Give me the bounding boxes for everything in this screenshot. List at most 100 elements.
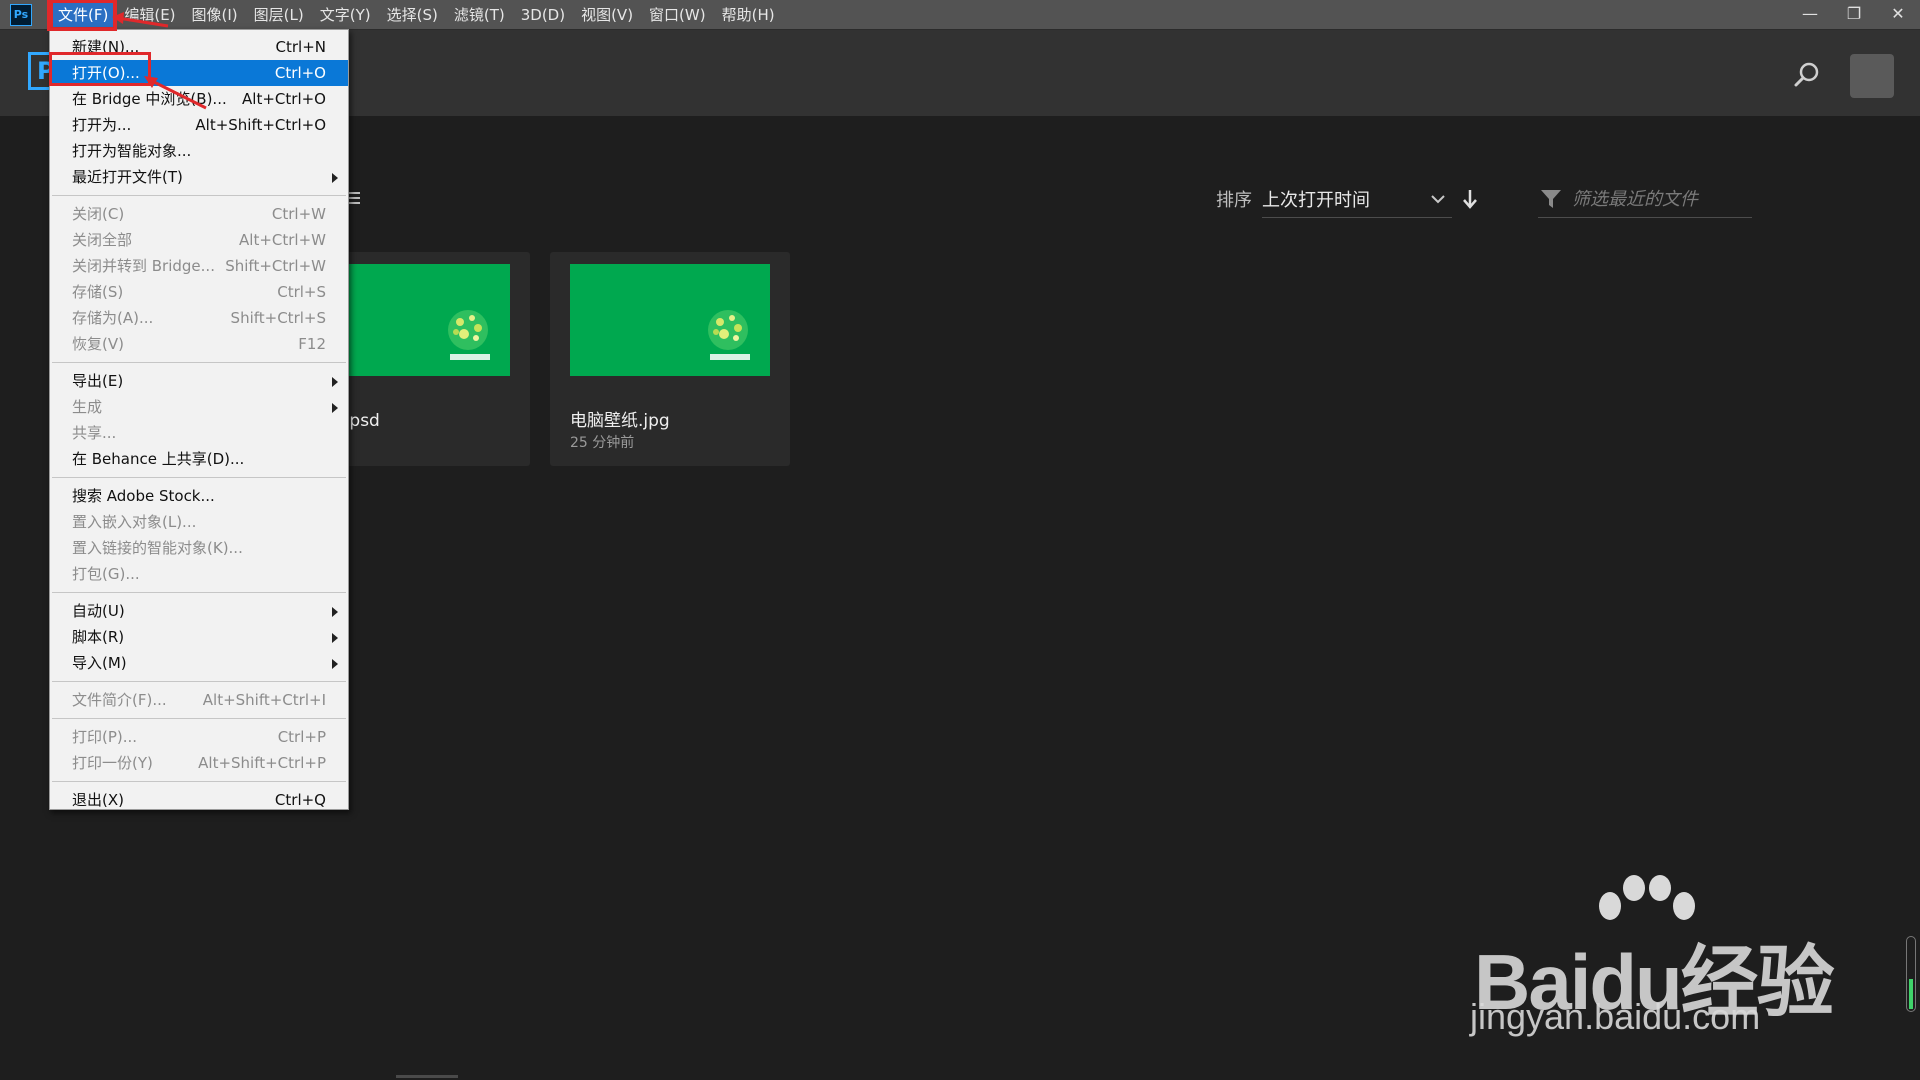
menu-3d[interactable]: 3D(D)	[513, 0, 573, 30]
annotation-highlight-open-item	[49, 52, 151, 86]
menu-item-shortcut: Ctrl+N	[275, 38, 326, 56]
submenu-arrow-icon	[332, 633, 338, 643]
user-avatar[interactable]	[1850, 54, 1894, 98]
menu-help[interactable]: 帮助(H)	[714, 0, 783, 30]
submenu-arrow-icon	[332, 659, 338, 669]
menu-separator	[52, 781, 346, 782]
file-menu-item: 关闭并转到 Bridge... Shift+Ctrl+W	[50, 253, 348, 279]
menu-image[interactable]: 图像(I)	[184, 0, 246, 30]
menu-item-shortcut: Ctrl+W	[271, 205, 326, 223]
file-menu-item[interactable]: 打开为... Alt+Shift+Ctrl+O	[50, 112, 348, 138]
menu-item-label: 新建(N)...	[72, 38, 140, 56]
menu-item-shortcut: Alt+Shift+Ctrl+I	[202, 691, 326, 709]
menu-item-label: 打包(G)...	[72, 565, 140, 583]
file-menu-item[interactable]: 自动(U)	[50, 598, 348, 624]
file-menu-item[interactable]: 导出(E)	[50, 368, 348, 394]
menu-item-shortcut: F12	[298, 335, 326, 353]
file-time: 25 分钟前	[570, 435, 635, 451]
menu-bar: Ps 文件(F) 编辑(E) 图像(I) 图层(L) 文字(Y) 选择(S) 滤…	[0, 0, 1920, 30]
menu-item-shortcut: Alt+Ctrl+O	[242, 90, 326, 108]
menu-item-label: 脚本(R)	[72, 628, 125, 646]
submenu-arrow-icon	[332, 377, 338, 387]
menu-item-label: 存储(S)	[72, 283, 124, 301]
menu-item-label: 存储为(A)...	[72, 309, 154, 327]
menu-item-label: 导入(M)	[72, 654, 127, 672]
menu-item-label: 共享...	[72, 424, 117, 442]
close-button[interactable]: ✕	[1876, 0, 1920, 30]
file-menu-item: 恢复(V) F12	[50, 331, 348, 357]
filter-input[interactable]	[1570, 184, 1750, 214]
file-menu-item: 文件简介(F)... Alt+Shift+Ctrl+I	[50, 687, 348, 713]
menu-item-label: 恢复(V)	[72, 335, 124, 353]
menu-item-label: 打开为智能对象...	[72, 142, 192, 160]
menu-item-label: 打印一份(Y)	[72, 754, 153, 772]
baidu-watermark: Baidu经验 jingyan.baidu.com	[1470, 875, 1850, 1040]
menu-item-label: 退出(X)	[72, 791, 124, 809]
submenu-arrow-icon	[332, 607, 338, 617]
menu-item-label: 关闭并转到 Bridge...	[72, 257, 215, 275]
file-menu-item: 置入链接的智能对象(K)...	[50, 535, 348, 561]
file-menu-item[interactable]: 搜索 Adobe Stock...	[50, 483, 348, 509]
menu-item-shortcut: Ctrl+P	[277, 728, 326, 746]
file-name: 电脑壁纸.jpg	[570, 411, 670, 431]
watermark-url: jingyan.baidu.com	[1470, 996, 1761, 1037]
annotation-highlight-file-menu	[47, 0, 117, 31]
menu-item-label: 置入链接的智能对象(K)...	[72, 539, 243, 557]
menu-type[interactable]: 文字(Y)	[312, 0, 379, 30]
file-menu-item: 置入嵌入对象(L)...	[50, 509, 348, 535]
menu-separator	[52, 362, 346, 363]
file-menu-item[interactable]: 打开为智能对象...	[50, 138, 348, 164]
file-menu-item[interactable]: 脚本(R)	[50, 624, 348, 650]
menu-view[interactable]: 视图(V)	[573, 0, 641, 30]
menu-item-label: 关闭(C)	[72, 205, 125, 223]
file-menu-item: 共享...	[50, 420, 348, 446]
sort-dropdown[interactable]: 上次打开时间	[1262, 180, 1452, 218]
filter-box	[1538, 180, 1752, 218]
filter-funnel-icon	[1540, 188, 1562, 214]
baidu-mascot-icon	[708, 310, 750, 360]
side-indicator	[1906, 936, 1916, 1012]
recent-file-card[interactable]: 电脑壁纸.jpg 25 分钟前	[550, 252, 790, 466]
photoshop-app-icon[interactable]: Ps	[10, 4, 32, 26]
menu-item-shortcut: Ctrl+Q	[274, 791, 326, 809]
file-menu-item[interactable]: 导入(M)	[50, 650, 348, 676]
file-menu-item: 打包(G)...	[50, 561, 348, 587]
sort-label: 排序	[1216, 190, 1252, 211]
file-menu-item: 存储为(A)... Shift+Ctrl+S	[50, 305, 348, 331]
menu-separator	[52, 681, 346, 682]
menu-select[interactable]: 选择(S)	[379, 0, 446, 30]
menu-item-label: 自动(U)	[72, 602, 125, 620]
menu-filter[interactable]: 滤镜(T)	[446, 0, 513, 30]
submenu-arrow-icon	[332, 173, 338, 183]
menu-item-label: 搜索 Adobe Stock...	[72, 487, 215, 505]
menu-item-label: 在 Behance 上共享(D)...	[72, 450, 245, 468]
file-menu-item[interactable]: 退出(X) Ctrl+Q	[50, 787, 348, 813]
file-menu-item: 生成	[50, 394, 348, 420]
file-menu-item[interactable]: 最近打开文件(T)	[50, 164, 348, 190]
menu-item-shortcut: Alt+Ctrl+W	[239, 231, 326, 249]
menu-separator	[52, 592, 346, 593]
sort-value: 上次打开时间	[1262, 190, 1370, 211]
menu-window[interactable]: 窗口(W)	[641, 0, 714, 30]
menu-separator	[52, 477, 346, 478]
menu-item-shortcut: Ctrl+S	[277, 283, 326, 301]
menu-item-shortcut: Alt+Shift+Ctrl+P	[198, 754, 326, 772]
file-thumbnail	[570, 264, 770, 376]
file-menu-item[interactable]: 在 Behance 上共享(D)...	[50, 446, 348, 472]
sort-direction-arrow-icon[interactable]	[1462, 188, 1478, 214]
restore-button[interactable]: ❐	[1832, 0, 1876, 30]
submenu-arrow-icon	[332, 403, 338, 413]
annotation-arrow-icon	[112, 12, 169, 28]
file-menu-item: 关闭全部 Alt+Ctrl+W	[50, 227, 348, 253]
minimize-button[interactable]: —	[1788, 0, 1832, 30]
menu-item-label: 关闭全部	[72, 231, 133, 249]
menu-item-label: 文件简介(F)...	[72, 691, 167, 709]
bottom-strip	[396, 1075, 458, 1078]
search-icon[interactable]	[1792, 60, 1822, 90]
baidu-mascot-icon	[448, 310, 490, 360]
menu-item-shortcut: Alt+Shift+Ctrl+O	[195, 116, 326, 134]
menu-layer[interactable]: 图层(L)	[246, 0, 312, 30]
menu-item-label: 导出(E)	[72, 372, 124, 390]
file-menu-item: 关闭(C) Ctrl+W	[50, 201, 348, 227]
menu-item-label: 打印(P)...	[72, 728, 138, 746]
